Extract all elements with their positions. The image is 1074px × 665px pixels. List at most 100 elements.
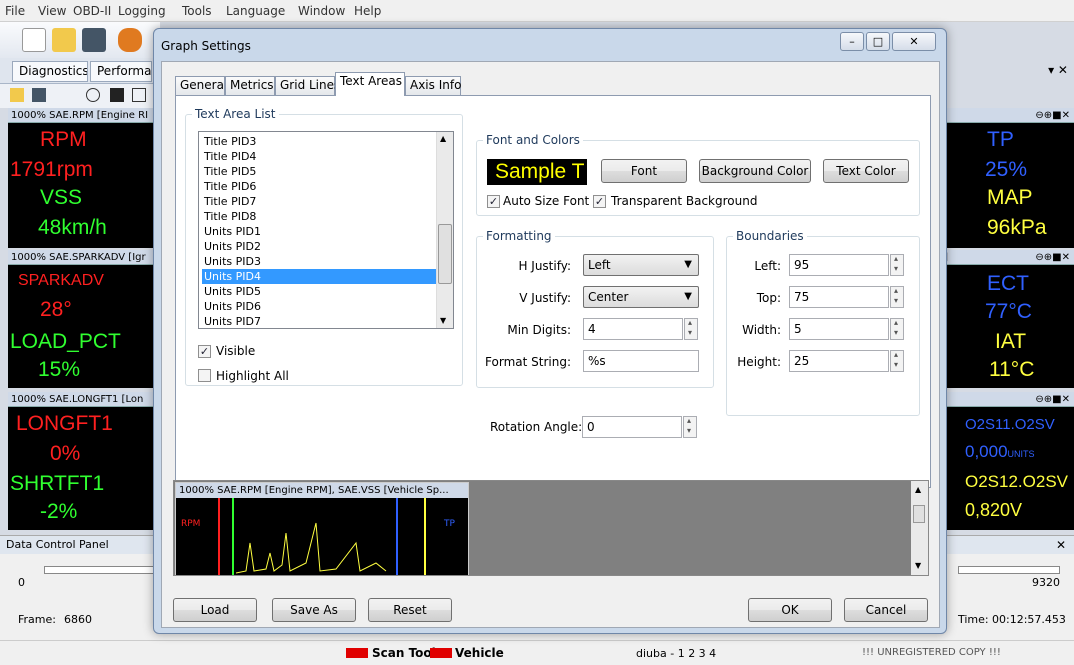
top-input[interactable]: 75 [789, 286, 889, 308]
list-item[interactable]: Title PID3 [202, 134, 438, 149]
list-item[interactable]: Title PID8 [202, 209, 438, 224]
minimize-icon[interactable]: – [840, 32, 864, 51]
formatting-group: Formatting H Justify: Left ▼ V Justify: C… [476, 229, 714, 388]
visible-checkbox[interactable]: ✓ [198, 345, 211, 358]
panel-title: 1000% SAE.RPM [Engine RI [8, 108, 153, 123]
width-label: Width: [742, 323, 781, 337]
graph-settings-dialog: Graph Settings – □ ✕ General Metrics Gri… [153, 28, 947, 634]
auto-size-font-checkbox[interactable]: ✓ [487, 195, 500, 208]
scroll-up-icon[interactable]: ▲ [915, 485, 921, 494]
rotation-angle-input[interactable]: 0 [582, 416, 682, 438]
min-digits-input[interactable]: 4 [583, 318, 683, 340]
preview-scrollbar[interactable]: ▲ ▼ [911, 481, 928, 575]
tab-text-areas[interactable]: Text Areas [335, 72, 405, 96]
tab-performance[interactable]: Performan [90, 61, 152, 82]
h-justify-select[interactable]: Left ▼ [583, 254, 699, 276]
menu-view[interactable]: View [38, 4, 66, 18]
menu-window[interactable]: Window [298, 4, 345, 18]
format-string-input[interactable]: %s [583, 350, 699, 372]
frame-slider[interactable] [44, 566, 154, 574]
width-input[interactable]: 5 [789, 318, 889, 340]
vehicle-icon[interactable] [118, 28, 142, 52]
gauge-icon[interactable] [86, 88, 100, 102]
disk-icon[interactable] [32, 88, 46, 102]
menu-logging[interactable]: Logging [118, 4, 166, 18]
ok-button[interactable]: OK [748, 598, 832, 622]
menu-tools[interactable]: Tools [182, 4, 212, 18]
text-area-listbox[interactable]: Title PID3 Title PID4 Title PID5 Title P… [198, 131, 454, 329]
boundaries-group: Boundaries Left: 95 Top: 75 Width: 5 Hei… [726, 229, 920, 416]
scroll-down-icon[interactable]: ▼ [440, 316, 446, 325]
list-item[interactable]: Title PID4 [202, 149, 438, 164]
highlight-all-checkbox[interactable] [198, 369, 211, 382]
maximize-icon[interactable]: □ [866, 32, 890, 51]
gauge-label: MAP [987, 186, 1033, 209]
background-color-button[interactable]: Background Color [699, 159, 811, 183]
h-justify-value: Left [588, 258, 611, 272]
menu-language[interactable]: Language [226, 4, 285, 18]
height-spinner[interactable] [890, 350, 904, 372]
height-input[interactable]: 25 [789, 350, 889, 372]
list-item[interactable]: Units PID5 [202, 284, 438, 299]
tab-grid-lines[interactable]: Grid Lines [275, 76, 340, 95]
folder-icon[interactable] [10, 88, 24, 102]
left-spinner[interactable] [890, 254, 904, 276]
scroll-thumb[interactable] [438, 224, 452, 284]
menu-file[interactable]: File [5, 4, 25, 18]
list-item[interactable]: Title PID7 [202, 194, 438, 209]
chart-icon[interactable] [110, 88, 124, 102]
panel-controls[interactable]: ⊖⊕■✕ [1035, 250, 1070, 264]
tab-diagnostics[interactable]: Diagnostics [12, 61, 88, 82]
gauge-value: 48km/h [38, 216, 107, 239]
tab-metrics[interactable]: Metrics [225, 76, 275, 95]
text-areas-page: Text Area List Title PID3 Title PID4 Tit… [175, 95, 931, 488]
menu-obd[interactable]: OBD-II [73, 4, 111, 18]
new-file-icon[interactable] [22, 28, 46, 52]
menu-help[interactable]: Help [354, 4, 381, 18]
list-item-selected[interactable]: Units PID4 [202, 269, 438, 284]
v-justify-select[interactable]: Center ▼ [583, 286, 699, 308]
frame-slider-end[interactable] [958, 566, 1060, 574]
save-icon[interactable] [82, 28, 106, 52]
pin-close-icon[interactable]: ▾ ✕ [1048, 63, 1068, 77]
open-folder-icon[interactable] [52, 28, 76, 52]
width-spinner[interactable] [890, 318, 904, 340]
tab-axis-info[interactable]: Axis Info [405, 76, 461, 95]
vehicle-label: Vehicle [455, 646, 504, 660]
frame-value: 6860 [64, 613, 92, 626]
reset-button[interactable]: Reset [368, 598, 452, 622]
close-icon[interactable]: ✕ [1056, 538, 1066, 552]
font-colors-group: Font and Colors Sample T Font Background… [476, 133, 920, 216]
cancel-button[interactable]: Cancel [844, 598, 928, 622]
list-item[interactable]: Units PID7 [202, 314, 438, 328]
top-spinner[interactable] [890, 286, 904, 308]
grid-icon[interactable] [132, 88, 146, 102]
min-digits-spinner[interactable] [684, 318, 698, 340]
rotation-angle-spinner[interactable] [683, 416, 697, 438]
font-button[interactable]: Font [601, 159, 687, 183]
transparent-bg-checkbox[interactable]: ✓ [593, 195, 606, 208]
list-item[interactable]: Units PID2 [202, 239, 438, 254]
panel-controls[interactable]: ⊖⊕■✕ [935, 392, 1074, 407]
left-input[interactable]: 95 [789, 254, 889, 276]
list-item[interactable]: Units PID3 [202, 254, 438, 269]
gauge-value-number: 0,000 [965, 442, 1008, 461]
list-item[interactable]: Units PID1 [202, 224, 438, 239]
auto-size-font-label: Auto Size Font [503, 194, 590, 208]
panel-controls[interactable]: ⊖⊕■✕ [935, 108, 1074, 123]
close-icon[interactable]: ✕ [892, 32, 936, 51]
gauge-label: LOAD_PCT [10, 330, 121, 353]
list-scrollbar[interactable]: ▲ ▼ [436, 132, 453, 328]
list-item[interactable]: Title PID6 [202, 179, 438, 194]
scroll-up-icon[interactable]: ▲ [440, 134, 446, 143]
tab-general[interactable]: General [175, 76, 227, 95]
text-color-button[interactable]: Text Color [823, 159, 909, 183]
preview-axis-green [232, 498, 234, 575]
save-as-button[interactable]: Save As [272, 598, 356, 622]
load-button[interactable]: Load [173, 598, 257, 622]
gauge-panel-ect: e]⊖⊕■✕ ECT 77°C IAT 11°C [935, 250, 1074, 388]
scroll-down-icon[interactable]: ▼ [915, 561, 921, 570]
scroll-thumb[interactable] [913, 505, 925, 523]
list-item[interactable]: Units PID6 [202, 299, 438, 314]
list-item[interactable]: Title PID5 [202, 164, 438, 179]
